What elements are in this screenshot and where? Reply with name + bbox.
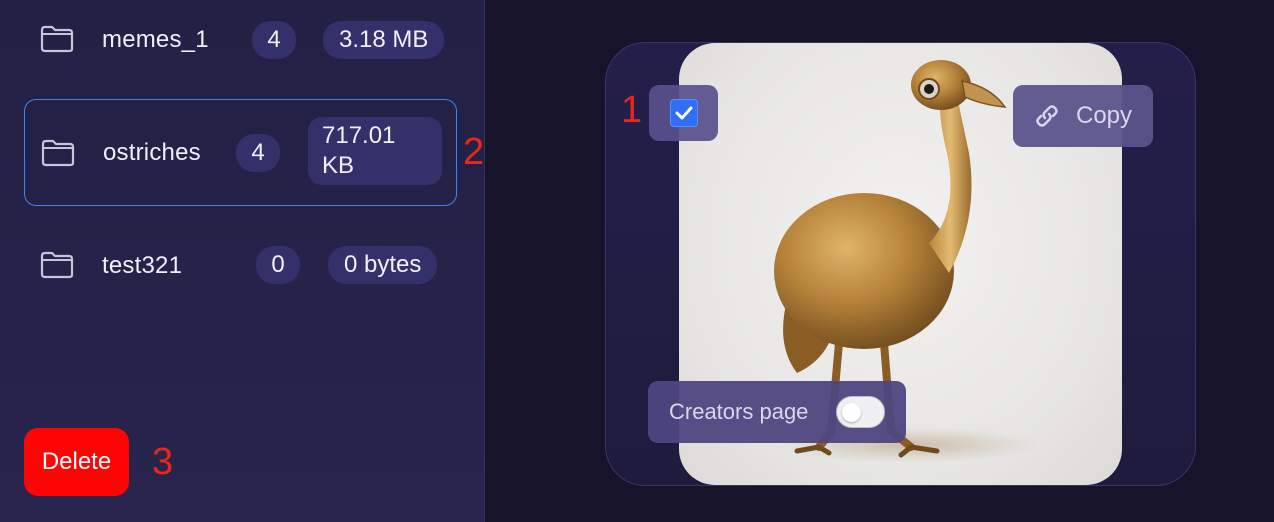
copy-link-button[interactable]: Copy [1013, 85, 1153, 147]
delete-button[interactable]: Delete [24, 428, 129, 496]
creators-page-control: Creators page [648, 381, 906, 443]
folder-icon [40, 251, 74, 279]
check-icon [675, 106, 692, 120]
folder-icon [40, 25, 74, 53]
toggle-knob [842, 403, 861, 422]
creators-page-toggle[interactable] [836, 396, 885, 428]
link-icon [1036, 105, 1058, 127]
copy-label: Copy [1076, 102, 1133, 129]
folder-icon [41, 139, 75, 167]
annotation-marker-1: 1 [621, 89, 643, 131]
creators-page-label: Creators page [669, 399, 809, 424]
item-count-badge: 0 [256, 246, 300, 284]
folder-name: test321 [102, 252, 183, 279]
select-checkbox[interactable] [669, 99, 698, 127]
item-count-badge: 4 [252, 21, 296, 59]
folder-name: memes_1 [102, 26, 209, 53]
folder-size-badge: 3.18 MB [323, 21, 445, 59]
item-count-badge: 4 [236, 134, 280, 172]
select-checkbox-wrapper[interactable] [649, 85, 718, 141]
folder-sidebar: memes_1 4 3.18 MB ostriches 4 717.01 KB … [0, 0, 485, 522]
folder-row-memes-1[interactable]: memes_1 4 3.18 MB [24, 0, 457, 80]
folder-name: ostriches [103, 139, 201, 166]
folder-size-badge: 717.01 KB [308, 117, 442, 185]
annotation-marker-2: 2 [463, 131, 485, 173]
folder-row-test321[interactable]: test321 0 0 bytes [24, 225, 457, 305]
folder-size-badge: 0 bytes [328, 246, 438, 284]
folder-row-ostriches[interactable]: ostriches 4 717.01 KB [24, 99, 457, 206]
annotation-marker-3: 3 [152, 441, 174, 483]
